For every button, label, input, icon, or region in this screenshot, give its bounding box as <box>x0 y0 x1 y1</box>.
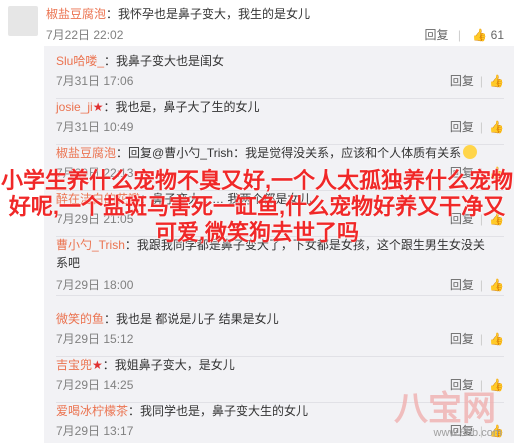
star-badge-icon: ★ <box>92 100 104 114</box>
reply-text: ：我同学也是，鼻子变大生的女儿 <box>128 404 309 418</box>
smile-emoji-icon <box>463 145 478 159</box>
reply-text: ：我姐鼻子变大，是女儿 <box>102 358 235 372</box>
comment-text: ：我怀孕也是鼻子变大，我生的是女儿 <box>106 7 311 21</box>
comment-actions: 回复 | 👍 61 <box>425 26 504 43</box>
reply-button[interactable]: 回复 <box>450 276 474 293</box>
top-comment: 椒盐豆腐泡：我怀孕也是鼻子变大，我生的是女儿 7月22日 22:02 回复 | … <box>0 0 514 46</box>
reply-button[interactable]: 回复 <box>450 330 474 347</box>
divider <box>56 295 504 296</box>
action-separator: | <box>457 28 461 42</box>
avatar[interactable] <box>8 6 38 36</box>
reply-time: 7月29日 14:25 <box>56 378 134 392</box>
reply-username[interactable]: 爱喝冰柠檬茶 <box>56 404 128 418</box>
reply-username[interactable]: 吉宝兜 <box>56 358 92 372</box>
reply-username[interactable]: 椒盐豆腐泡 <box>56 146 116 160</box>
watermark: 八宝网 www.8bb.com <box>376 379 506 439</box>
overlay-caption: 小学生养什么宠物不臭又好,一个人太孤独养什么宠物好呢,一个盐斑马害死一缸鱼,什么… <box>0 168 514 245</box>
reply-username[interactable]: 微笑的鱼 <box>56 312 104 326</box>
thumbs-up-icon[interactable]: 👍 <box>489 120 504 134</box>
thumbs-up-icon[interactable]: 👍 <box>472 28 487 42</box>
reply-button[interactable]: 回复 <box>450 72 474 89</box>
reply-button[interactable]: 回复 <box>425 28 449 42</box>
thumbs-up-icon[interactable]: 👍 <box>489 332 504 346</box>
reply-time: 7月31日 17:06 <box>56 74 134 88</box>
reply-text: ：我鼻子变大也是闺女 <box>104 54 225 68</box>
like-count: 61 <box>490 28 504 42</box>
watermark-text: 八宝网 <box>394 389 496 429</box>
reply-text: ：回复@曹小勺_Trish：我是觉得没关系，应该和个人体质有关系 <box>116 146 462 160</box>
reply-username[interactable]: josie_ji <box>56 100 93 114</box>
thumbs-up-icon[interactable]: 👍 <box>489 74 504 88</box>
comment-time: 7月22日 22:02 <box>46 28 124 42</box>
reply-time: 7月31日 10:49 <box>56 120 134 134</box>
action-separator: | <box>479 120 484 134</box>
reply-text: ：我也是，鼻子大了生的女儿 <box>103 100 260 114</box>
comment-line: 椒盐豆腐泡：我怀孕也是鼻子变大，我生的是女儿 <box>46 5 310 22</box>
reply-time: 7月29日 18:00 <box>56 278 134 292</box>
action-separator: | <box>479 74 484 88</box>
action-separator: | <box>479 278 484 292</box>
action-separator: | <box>479 332 484 346</box>
reply-time: 7月29日 15:12 <box>56 332 134 346</box>
reply-username[interactable]: Slu哈喽_ <box>56 54 104 68</box>
reply-time: 7月29日 13:17 <box>56 424 134 438</box>
star-badge-icon: ★ <box>92 358 103 372</box>
comment-username[interactable]: 椒盐豆腐泡 <box>46 7 106 21</box>
reply-button[interactable]: 回复 <box>450 118 474 135</box>
reply-text: ：我也是 都说是儿子 结果是女儿 <box>104 312 279 326</box>
thumbs-up-icon[interactable]: 👍 <box>489 278 504 292</box>
watermark-url: www.8bb.com <box>433 427 502 439</box>
